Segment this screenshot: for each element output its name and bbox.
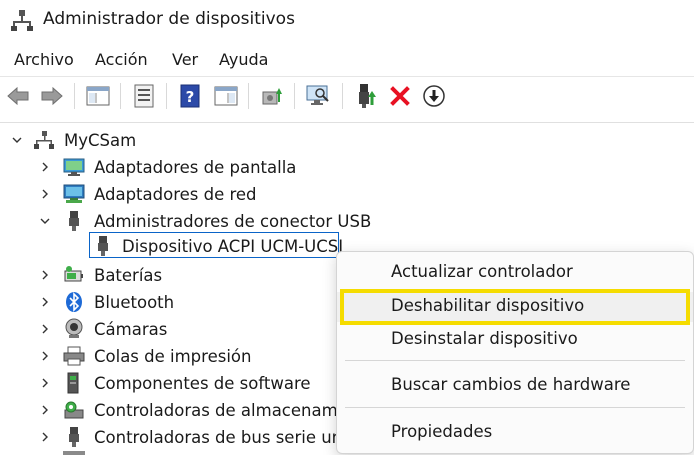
usb-connector-icon (63, 210, 85, 232)
tree-item-label: Colas de impresión (94, 346, 252, 366)
storage-controller-icon (63, 399, 85, 421)
forward-arrow-icon[interactable] (38, 82, 66, 110)
chevron-right-icon[interactable] (38, 376, 52, 390)
chevron-right-icon[interactable] (38, 430, 52, 444)
tree-item[interactable]: Adaptadores de red (0, 181, 360, 207)
tree-item[interactable]: Bluetooth (0, 289, 360, 315)
tree-item-label: Controladoras de bus serie univ (94, 427, 357, 447)
menu-ayuda[interactable]: Ayuda (219, 50, 268, 69)
toolbar: ? (0, 76, 694, 117)
enable-device-icon[interactable] (352, 82, 380, 110)
svg-text:?: ? (186, 88, 195, 106)
tree-item-label: Controladoras de almacenamie (94, 400, 353, 420)
computer-icon (33, 129, 55, 151)
tree-item[interactable]: Cámaras (0, 316, 360, 342)
tree-item-label: Componentes de software (94, 373, 311, 393)
tree-root[interactable]: MyCSam (0, 127, 360, 153)
title-bar: Administrador de dispositivos (0, 0, 694, 42)
tree-item[interactable]: Baterías (0, 262, 360, 288)
chevron-down-icon[interactable] (38, 214, 52, 228)
chevron-right-icon[interactable] (38, 349, 52, 363)
menu-item-uninstall-device[interactable]: Desinstalar dispositivo (337, 325, 693, 355)
chevron-down-icon[interactable] (10, 133, 24, 147)
tree-root-label: MyCSam (64, 130, 137, 150)
menu-ver[interactable]: Ver (172, 50, 198, 69)
properties-icon[interactable] (130, 82, 158, 110)
battery-icon (63, 264, 85, 286)
tree-item[interactable]: Componentes de software (0, 370, 360, 396)
tree-item[interactable]: Controladoras de almacenamie (0, 397, 360, 423)
menu-item-properties[interactable]: Propiedades (337, 418, 693, 448)
tree-item-label: Baterías (94, 265, 163, 285)
partial-row-icon (63, 451, 85, 455)
device-manager-icon (10, 8, 34, 32)
tree-item-label: Administradores de conector USB (94, 211, 372, 231)
chevron-right-icon[interactable] (38, 322, 52, 336)
window-title: Administrador de dispositivos (43, 9, 295, 29)
chevron-right-icon[interactable] (38, 295, 52, 309)
usb-connector-icon (92, 235, 114, 257)
show-hide-console-tree-icon[interactable] (84, 82, 112, 110)
network-adapter-icon (63, 183, 85, 205)
tree-item[interactable]: Administradores de conector USB (0, 208, 371, 234)
update-driver-icon[interactable] (258, 82, 286, 110)
tree-item-label: Dispositivo ACPI UCM-UCSI (122, 236, 344, 256)
tree-item-selected[interactable]: Dispositivo ACPI UCM-UCSI (0, 233, 360, 259)
tree-item-label: Cámaras (94, 319, 168, 339)
menu-separator (345, 360, 685, 361)
context-menu: Actualizar controlador Deshabilitar disp… (336, 251, 694, 454)
tree-item[interactable]: Controladoras de bus serie univ (0, 424, 360, 450)
camera-icon (63, 318, 85, 340)
tree-item-label: Adaptadores de pantalla (94, 157, 297, 177)
tree-item[interactable]: Adaptadores de pantalla (0, 154, 360, 180)
chevron-right-icon[interactable] (38, 268, 52, 282)
menu-item-update-driver[interactable]: Actualizar controlador (337, 258, 693, 288)
help-icon[interactable]: ? (176, 82, 204, 110)
chevron-right-icon[interactable] (38, 187, 52, 201)
scan-hardware-icon[interactable] (304, 82, 332, 110)
action-pane-icon[interactable] (212, 82, 240, 110)
tree-item-label: Adaptadores de red (94, 184, 257, 204)
display-adapter-icon (63, 156, 85, 178)
usb-controller-icon (63, 426, 85, 448)
menu-accion[interactable]: Acción (95, 50, 148, 69)
disable-device-icon[interactable] (420, 82, 448, 110)
menu-item-scan-hardware[interactable]: Buscar cambios de hardware (337, 371, 693, 401)
menu-bar: Archivo Acción Ver Ayuda (0, 50, 694, 74)
printer-icon (63, 345, 85, 367)
uninstall-device-icon[interactable] (386, 82, 414, 110)
menu-separator (345, 407, 685, 408)
back-arrow-icon[interactable] (4, 82, 32, 110)
tree-item[interactable]: Colas de impresión (0, 343, 360, 369)
menu-archivo[interactable]: Archivo (14, 50, 74, 69)
chevron-right-icon[interactable] (38, 160, 52, 174)
chevron-right-icon[interactable] (38, 403, 52, 417)
software-component-icon (63, 372, 85, 394)
bluetooth-icon (63, 291, 85, 313)
tree-item-label: Bluetooth (94, 292, 175, 312)
highlight-annotation (340, 289, 690, 325)
